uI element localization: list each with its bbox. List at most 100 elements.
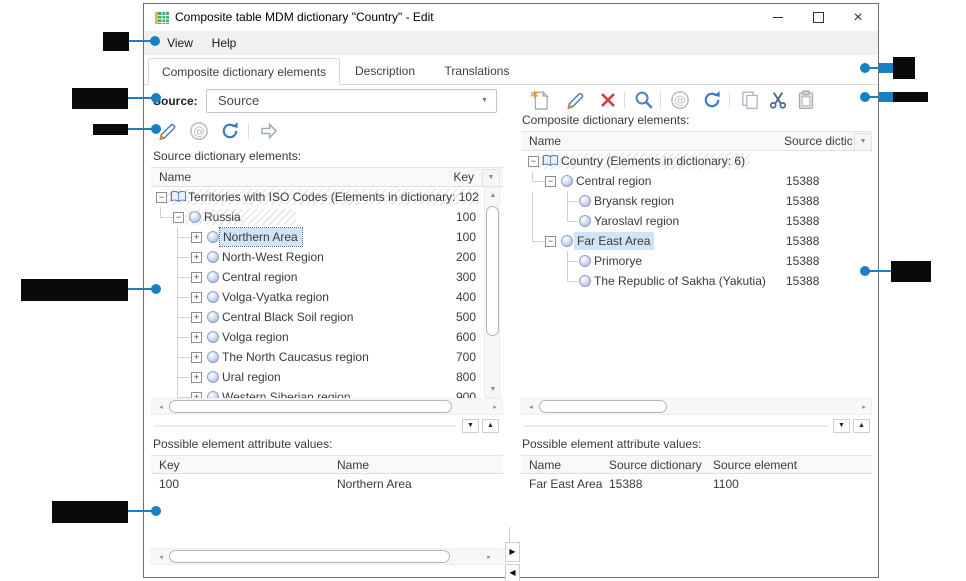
- expander-icon[interactable]: +: [191, 332, 202, 343]
- table-row[interactable]: − Russia 100: [151, 207, 481, 227]
- column-header-key[interactable]: Key: [414, 168, 474, 186]
- table-row[interactable]: Bryansk region 15388: [521, 191, 872, 211]
- scrollbar-thumb[interactable]: [539, 400, 667, 413]
- table-row[interactable]: + Volga-Vyatka region 400: [151, 287, 481, 307]
- composite-tree-rows: − Country (Elements in dictionary: 6) − …: [521, 151, 872, 398]
- scrollbar-thumb[interactable]: [486, 206, 499, 336]
- table-row[interactable]: + Central region 300: [151, 267, 481, 287]
- expander-icon[interactable]: +: [191, 272, 202, 283]
- tree-connector: [567, 271, 568, 281]
- edit-pencil-icon[interactable]: [565, 89, 587, 111]
- column-header-source-dictionary[interactable]: Source dictionary: [784, 132, 852, 150]
- vertical-scrollbar[interactable]: ▲ ▼: [484, 187, 500, 398]
- close-button[interactable]: ×: [838, 4, 878, 31]
- delete-x-icon[interactable]: [597, 89, 619, 111]
- auto-translate-globe-icon: @: [188, 120, 210, 142]
- source-dropdown-value: Source: [218, 90, 259, 112]
- element-sphere-icon: [207, 271, 219, 283]
- table-row[interactable]: − Central region 15388: [521, 171, 872, 191]
- column-header-name[interactable]: Name: [337, 456, 477, 474]
- tree-connector: [532, 181, 545, 182]
- table-row[interactable]: + The North Caucasus region 700: [151, 347, 481, 367]
- expander-icon[interactable]: +: [191, 252, 202, 263]
- title-bar[interactable]: Composite table MDM dictionary "Country"…: [144, 4, 878, 31]
- table-row[interactable]: + Volga region 600: [151, 327, 481, 347]
- right-splitter[interactable]: ▼ ▲: [521, 419, 872, 433]
- scroll-up-icon[interactable]: ▲: [485, 192, 501, 199]
- column-header-name[interactable]: Name: [529, 132, 729, 150]
- tab-translations[interactable]: Translations: [431, 59, 523, 84]
- source-dropdown[interactable]: Source ▼: [206, 89, 497, 113]
- scroll-down-icon[interactable]: ▼: [485, 386, 501, 393]
- expander-icon[interactable]: +: [191, 352, 202, 363]
- tree-item-label-selected: Northern Area: [220, 228, 302, 246]
- table-row[interactable]: − Territories with ISO Codes (Elements i…: [151, 187, 481, 207]
- scrollbar-thumb[interactable]: [169, 550, 450, 563]
- search-icon[interactable]: [633, 89, 655, 111]
- add-new-icon[interactable]: *: [529, 89, 551, 111]
- chevron-down-icon[interactable]: ▼: [481, 90, 488, 112]
- scroll-left-icon[interactable]: ◂: [524, 403, 538, 411]
- horizontal-scrollbar[interactable]: ◂ ▸: [151, 548, 503, 565]
- scroll-right-icon[interactable]: ▸: [482, 553, 496, 561]
- column-header-source-dictionary[interactable]: Source dictionary: [609, 456, 709, 474]
- maximize-button[interactable]: [798, 4, 838, 31]
- left-splitter[interactable]: ▼ ▲: [151, 419, 503, 433]
- refresh-icon[interactable]: [219, 120, 241, 142]
- table-row[interactable]: The Republic of Sakha (Yakutia) 15388: [521, 271, 872, 291]
- expander-icon[interactable]: −: [545, 176, 556, 187]
- move-right-arrow-icon[interactable]: [258, 120, 280, 142]
- column-header-source-element[interactable]: Source element: [713, 456, 813, 474]
- horizontal-scrollbar[interactable]: ◂ ▸: [151, 398, 503, 415]
- expander-icon[interactable]: −: [173, 212, 184, 223]
- element-sphere-icon: [207, 311, 219, 323]
- table-row[interactable]: Yaroslavl region 15388: [521, 211, 872, 231]
- table-row[interactable]: 100 Northern Area: [151, 474, 503, 494]
- column-chooser-icon[interactable]: ▼: [482, 169, 500, 187]
- column-chooser-icon[interactable]: ▼: [854, 133, 872, 151]
- dictionary-book-icon: [542, 154, 559, 168]
- menu-view[interactable]: View: [160, 31, 200, 55]
- right-attributes-table: Name Source dictionary Source element Fa…: [521, 455, 872, 515]
- scroll-right-icon[interactable]: ▸: [488, 403, 502, 411]
- tab-description[interactable]: Description: [343, 59, 427, 84]
- scroll-right-icon[interactable]: ▸: [857, 403, 871, 411]
- collapse-up-icon[interactable]: ▲: [853, 419, 870, 433]
- table-row[interactable]: + Northern Area 100: [151, 227, 481, 247]
- table-row[interactable]: + North-West Region 200: [151, 247, 481, 267]
- expander-icon[interactable]: −: [528, 156, 539, 167]
- scroll-left-icon[interactable]: ◂: [154, 403, 168, 411]
- scroll-left-icon[interactable]: ◂: [154, 553, 168, 561]
- expander-icon[interactable]: +: [191, 372, 202, 383]
- table-row[interactable]: + Central Black Soil region 500: [151, 307, 481, 327]
- column-header-name[interactable]: Name: [159, 168, 359, 186]
- table-row[interactable]: − Country (Elements in dictionary: 6): [521, 151, 872, 171]
- table-row[interactable]: − Far East Area 15388: [521, 231, 872, 251]
- menu-help[interactable]: Help: [204, 31, 244, 55]
- scrollbar-thumb[interactable]: [169, 400, 452, 413]
- expand-left-icon[interactable]: ◀: [505, 564, 520, 581]
- table-row[interactable]: Far East Area 15388 1100: [521, 474, 872, 494]
- expander-icon[interactable]: −: [545, 236, 556, 247]
- refresh-icon[interactable]: [701, 89, 723, 111]
- tab-composite-dictionary-elements[interactable]: Composite dictionary elements: [148, 58, 340, 85]
- minimize-button[interactable]: [758, 4, 798, 31]
- tree-connector: [177, 317, 191, 318]
- expander-icon[interactable]: +: [191, 312, 202, 323]
- column-header-key[interactable]: Key: [159, 456, 259, 474]
- collapse-up-icon[interactable]: ▲: [482, 419, 499, 433]
- column-header-name[interactable]: Name: [529, 456, 604, 474]
- table-row[interactable]: + Ural region 800: [151, 367, 481, 387]
- expander-icon[interactable]: +: [191, 232, 202, 243]
- collapse-down-icon[interactable]: ▼: [462, 419, 479, 433]
- collapse-down-icon[interactable]: ▼: [833, 419, 850, 433]
- expander-icon[interactable]: −: [156, 192, 167, 203]
- cut-scissors-icon[interactable]: [767, 89, 789, 111]
- expand-right-icon[interactable]: ▶: [505, 542, 520, 562]
- expander-icon[interactable]: +: [191, 292, 202, 303]
- table-row[interactable]: Primorye 15388: [521, 251, 872, 271]
- element-sphere-icon: [579, 275, 591, 287]
- table-row[interactable]: + Western Siberian region 900: [151, 387, 481, 398]
- horizontal-scrollbar[interactable]: ◂ ▸: [521, 398, 872, 415]
- copy-icon[interactable]: [739, 89, 761, 111]
